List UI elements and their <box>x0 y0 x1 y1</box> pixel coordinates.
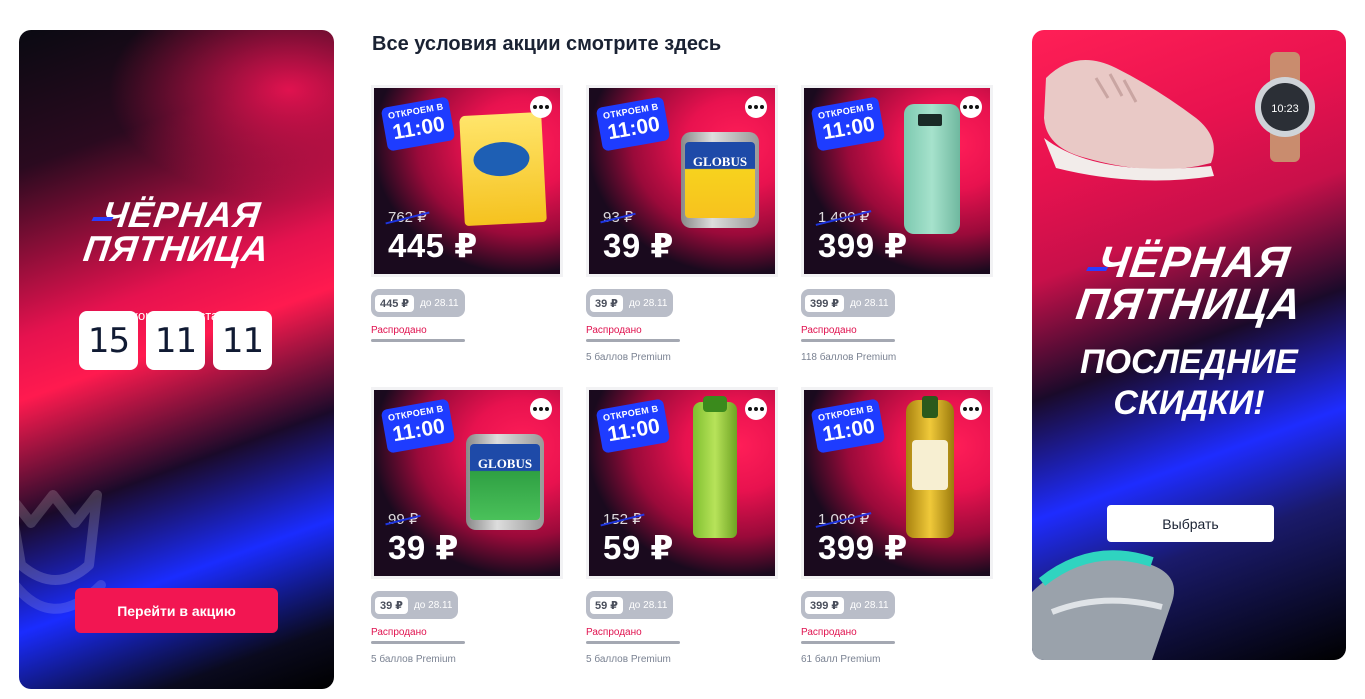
headline-line-2: скидки! <box>1113 383 1265 422</box>
new-price: 59 ₽ <box>603 529 674 566</box>
product-card[interactable]: ОТКРОЕМ В 11:00 GLOBUS 99 ₽ 39 ₽ 39 ₽ до … <box>371 387 563 665</box>
black-friday-logo: Чёрная Пятница <box>19 194 334 270</box>
new-price: 399 ₽ <box>818 529 908 566</box>
product-card[interactable]: ОТКРОЕМ В 11:00 762 ₽ 445 ₽ 445 ₽ до 28.1… <box>371 85 563 342</box>
countdown-seconds: 11 <box>213 311 272 370</box>
sold-out-label: Распродано <box>371 325 427 336</box>
bonus-points: 5 баллов Premium <box>586 654 671 665</box>
sold-out-label: Распродано <box>371 627 427 638</box>
section-title[interactable]: Все условия акции смотрите здесь <box>372 33 721 56</box>
old-price: 762 ₽ <box>388 209 427 226</box>
right-promo-banner[interactable]: 10:23 Чёрная Пятница Последние скидки! В… <box>1032 30 1346 660</box>
left-promo-banner[interactable]: Чёрная Пятница до окончания осталось 15 … <box>19 30 334 689</box>
more-options-icon[interactable] <box>960 398 982 420</box>
opening-time-badge: ОТКРОЕМ В 11:00 <box>380 398 456 454</box>
black-friday-logo: Чёрная Пятница <box>1032 238 1346 329</box>
sold-out-label: Распродано <box>801 627 857 638</box>
bonus-points: 118 баллов Premium <box>801 352 897 363</box>
product-picture <box>904 104 960 234</box>
product-card[interactable]: ОТКРОЕМ В 11:00 152 ₽ 59 ₽ 59 ₽ до 28.11 … <box>586 387 778 665</box>
product-image[interactable]: ОТКРОЕМ В 11:00 1 090 ₽ 399 ₽ <box>801 387 993 579</box>
sold-progress-bar <box>371 339 465 342</box>
page: Чёрная Пятница до окончания осталось 15 … <box>0 0 1365 699</box>
promo-headline: Последние скидки! <box>1032 342 1346 424</box>
product-picture <box>906 396 954 538</box>
product-card[interactable]: ОТКРОЕМ В 11:00 1 490 ₽ 399 ₽ 399 ₽ до 28… <box>801 85 993 363</box>
price-chip: 445 ₽ <box>375 294 415 312</box>
product-card[interactable]: ОТКРОЕМ В 11:00 GLOBUS 93 ₽ 39 ₽ 39 ₽ до … <box>586 85 778 363</box>
more-options-icon[interactable] <box>745 398 767 420</box>
new-price: 445 ₽ <box>388 227 478 264</box>
price-deadline-row: 399 ₽ до 28.11 <box>801 591 895 619</box>
sold-out-label: Распродано <box>586 325 642 336</box>
sold-progress-bar <box>586 339 680 342</box>
watch-image: 10:23 <box>1255 52 1315 162</box>
opening-time-badge: ОТКРОЕМ В 11:00 <box>810 398 886 454</box>
old-price: 1 490 ₽ <box>818 209 870 226</box>
bonus-points: 61 балл Premium <box>801 654 881 665</box>
price-chip: 399 ₽ <box>805 294 845 312</box>
opening-time-badge: ОТКРОЕМ В 11:00 <box>595 398 671 454</box>
sold-progress-bar <box>371 641 465 644</box>
sold-out-label: Распродано <box>801 325 857 336</box>
bonus-points: 5 баллов Premium <box>586 352 671 363</box>
logo-line-2: Пятница <box>81 228 273 270</box>
opening-time-badge: ОТКРОЕМ В 11:00 <box>380 96 456 152</box>
sold-progress-bar <box>586 641 680 644</box>
go-to-promo-button[interactable]: Перейти в акцию <box>75 588 278 633</box>
price-chip: 399 ₽ <box>805 596 845 614</box>
product-image[interactable]: ОТКРОЕМ В 11:00 GLOBUS 99 ₽ 39 ₽ <box>371 387 563 579</box>
deadline: до 28.11 <box>628 599 668 611</box>
opening-time-badge: ОТКРОЕМ В 11:00 <box>810 96 886 152</box>
new-price: 39 ₽ <box>603 227 674 264</box>
new-price: 39 ₽ <box>388 529 459 566</box>
product-image[interactable]: ОТКРОЕМ В 11:00 1 490 ₽ 399 ₽ <box>801 85 993 277</box>
headline-line-1: Последние <box>1080 343 1298 381</box>
countdown-timer: 15 11 11 <box>79 311 272 370</box>
old-price: 152 ₽ <box>603 511 642 528</box>
price-chip: 39 ₽ <box>590 294 623 312</box>
product-picture: GLOBUS <box>466 434 544 530</box>
sneaker-image <box>1044 60 1214 181</box>
product-image[interactable]: ОТКРОЕМ В 11:00 152 ₽ 59 ₽ <box>586 387 778 579</box>
old-price: 1 090 ₽ <box>818 511 870 528</box>
price-chip: 59 ₽ <box>590 596 623 614</box>
opening-time-badge: ОТКРОЕМ В 11:00 <box>595 96 671 152</box>
price-deadline-row: 39 ₽ до 28.11 <box>586 289 674 317</box>
deadline: до 28.11 <box>850 599 889 611</box>
deadline: до 28.11 <box>628 297 668 309</box>
bonus-points: 5 баллов Premium <box>371 654 456 665</box>
sold-out-label: Распродано <box>586 627 642 638</box>
price-deadline-row: 59 ₽ до 28.11 <box>586 591 674 619</box>
logo-line-2: Пятница <box>1073 279 1305 329</box>
price-deadline-row: 399 ₽ до 28.11 <box>801 289 895 317</box>
sold-progress-bar <box>801 641 895 644</box>
deadline: до 28.11 <box>850 297 889 309</box>
product-picture <box>693 396 737 538</box>
can-brand-label: GLOBUS <box>692 154 748 169</box>
price-chip: 39 ₽ <box>375 596 408 614</box>
deadline: до 28.11 <box>413 599 453 611</box>
sold-progress-bar <box>801 339 895 342</box>
product-image[interactable]: ОТКРОЕМ В 11:00 762 ₽ 445 ₽ <box>371 85 563 277</box>
iron-image <box>1032 550 1174 660</box>
product-picture: GLOBUS <box>681 132 759 228</box>
more-options-icon[interactable] <box>745 96 767 118</box>
new-price: 399 ₽ <box>818 227 908 264</box>
product-card[interactable]: ОТКРОЕМ В 11:00 1 090 ₽ 399 ₽ 399 ₽ до 28… <box>801 387 993 665</box>
can-brand-label: GLOBUS <box>477 456 533 471</box>
deadline: до 28.11 <box>420 297 459 309</box>
old-price: 93 ₽ <box>603 209 634 226</box>
countdown-hours: 15 <box>79 311 138 370</box>
product-image[interactable]: ОТКРОЕМ В 11:00 GLOBUS 93 ₽ 39 ₽ <box>586 85 778 277</box>
more-options-icon[interactable] <box>530 398 552 420</box>
more-options-icon[interactable] <box>530 96 552 118</box>
more-options-icon[interactable] <box>960 96 982 118</box>
product-picture <box>459 111 547 227</box>
countdown-minutes: 11 <box>146 311 205 370</box>
old-price: 99 ₽ <box>388 511 419 528</box>
price-deadline-row: 39 ₽ до 28.11 <box>371 591 459 619</box>
svg-text:10:23: 10:23 <box>1271 103 1299 115</box>
price-deadline-row: 445 ₽ до 28.11 <box>371 289 465 317</box>
